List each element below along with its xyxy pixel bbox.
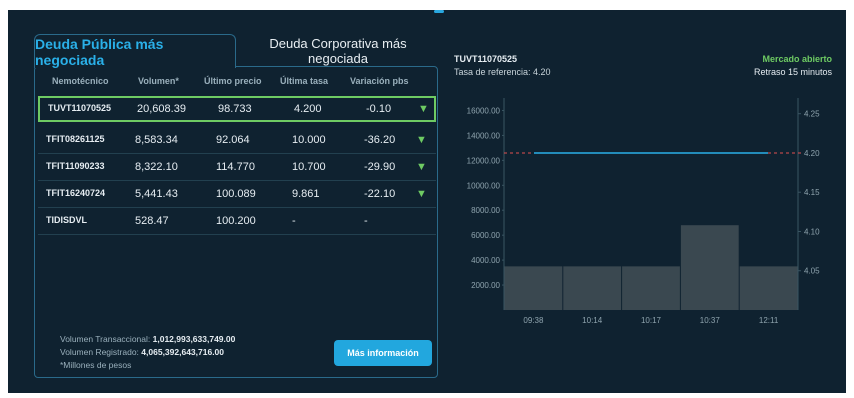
- table-row[interactable]: TFIT08261125 8,583.34 92.064 10.000 -36.20 ▼: [38, 127, 436, 153]
- y-left-tick-label: 4000.00: [471, 256, 500, 265]
- row-ticker: TFIT08261125: [46, 134, 105, 144]
- x-tick-label: 09:38: [523, 316, 544, 325]
- down-arrow-icon: ▼: [416, 161, 427, 173]
- down-arrow-icon: ▼: [416, 188, 427, 200]
- x-tick-label: 10:17: [641, 316, 662, 325]
- y-right-tick-label: 4.05: [804, 267, 820, 276]
- row-rate: 10.000: [292, 134, 326, 146]
- x-tick-label: 12:11: [759, 316, 779, 325]
- transactional-volume: Volumen Transaccional: 1,012,993,633,749…: [60, 334, 236, 344]
- y-left-tick-label: 16000.00: [467, 106, 501, 115]
- header-price: Último precio: [204, 76, 262, 86]
- table-row[interactable]: TIDISDVL 528.47 100.200 - -: [38, 208, 436, 234]
- market-status: Mercado abierto: [762, 54, 832, 64]
- table-row[interactable]: TFIT11090233 8,322.10 114.770 10.700 -29.90 ▼: [38, 154, 436, 180]
- row-volume: 528.47: [135, 215, 169, 227]
- y-left-tick-label: 12000.00: [467, 156, 501, 165]
- rate-volume-chart: 16000.00 14000.00 12000.00 10000.00 8000.00 6…: [467, 98, 820, 325]
- volume-bar: [739, 266, 798, 310]
- y-left-tick-label: 10000.00: [467, 181, 501, 190]
- y-right-tick-label: 4.20: [804, 149, 820, 158]
- y-right-tick-label: 4.15: [804, 188, 820, 197]
- row-rate: 10.700: [292, 161, 326, 173]
- delay-notice: Retraso 15 minutos: [753, 67, 832, 77]
- tab-public-debt[interactable]: Deuda Pública más negociada: [34, 34, 236, 68]
- row-volume: 5,441.43: [135, 188, 178, 200]
- y-left-tick-label: 2000.00: [471, 281, 500, 290]
- row-volume: 8,583.34: [135, 134, 178, 146]
- header-volume: Volumen*: [138, 76, 179, 86]
- y-left-tick-label: 6000.00: [471, 231, 500, 240]
- row-price: 114.770: [216, 161, 255, 173]
- volume-bar: [680, 225, 739, 310]
- row-price: 100.200: [216, 215, 256, 227]
- y-left-tick-label: 14000.00: [467, 131, 501, 140]
- row-price: 100.089: [216, 188, 256, 200]
- row-ticker: TIDISDVL: [46, 215, 88, 225]
- down-arrow-icon: ▼: [418, 103, 429, 115]
- tab-corporate-debt[interactable]: Deuda Corporativa más negociada: [256, 36, 420, 68]
- chart-ticker: TUVT11070525: [454, 54, 518, 64]
- units-note: *Millones de pesos: [60, 360, 132, 370]
- row-rate: -: [292, 215, 296, 227]
- row-volume: 20,608.39: [137, 103, 186, 115]
- row-change: -: [364, 215, 368, 227]
- volume-bar: [504, 266, 563, 310]
- down-arrow-icon: ▼: [416, 134, 427, 146]
- registered-volume: Volumen Registrado: 4,065,392,643,716.00: [60, 347, 225, 357]
- row-change: -29.90: [364, 161, 396, 173]
- row-rate: 4.200: [294, 103, 322, 115]
- header-rate: Última tasa: [280, 76, 329, 86]
- row-ticker: TFIT11090233: [46, 161, 105, 171]
- row-divider: [38, 234, 436, 235]
- row-price: 98.733: [218, 103, 252, 115]
- x-tick-label: 10:37: [700, 316, 721, 325]
- x-tick-label: 10:14: [582, 316, 603, 325]
- y-left-tick-label: 8000.00: [471, 206, 500, 215]
- row-ticker: TFIT16240724: [46, 188, 106, 198]
- top-indicator: [434, 10, 444, 13]
- y-right-tick-label: 4.10: [804, 227, 820, 236]
- header-change: Variación pbs: [350, 76, 409, 86]
- table-row[interactable]: TUVT11070525 20,608.39 98.733 4.200 -0.10 ▼: [38, 96, 436, 122]
- y-right-tick-label: 4.25: [804, 110, 820, 119]
- table-row[interactable]: TFIT16240724 5,441.43 100.089 9.861 -22.10 ▼: [38, 181, 436, 207]
- volume-bar: [622, 266, 680, 310]
- header-ticker: Nemotécnico: [52, 76, 109, 86]
- row-rate: 9.861: [292, 188, 320, 200]
- reference-rate: Tasa de referencia: 4.20: [454, 67, 551, 77]
- row-change: -36.20: [364, 134, 396, 146]
- more-info-button[interactable]: Más información: [334, 340, 432, 366]
- row-volume: 8,322.10: [135, 161, 178, 173]
- row-change: -0.10: [366, 103, 392, 115]
- row-ticker: TUVT11070525: [48, 103, 112, 113]
- row-price: 92.064: [216, 134, 250, 146]
- volume-bar: [563, 266, 622, 310]
- row-change: -22.10: [364, 188, 396, 200]
